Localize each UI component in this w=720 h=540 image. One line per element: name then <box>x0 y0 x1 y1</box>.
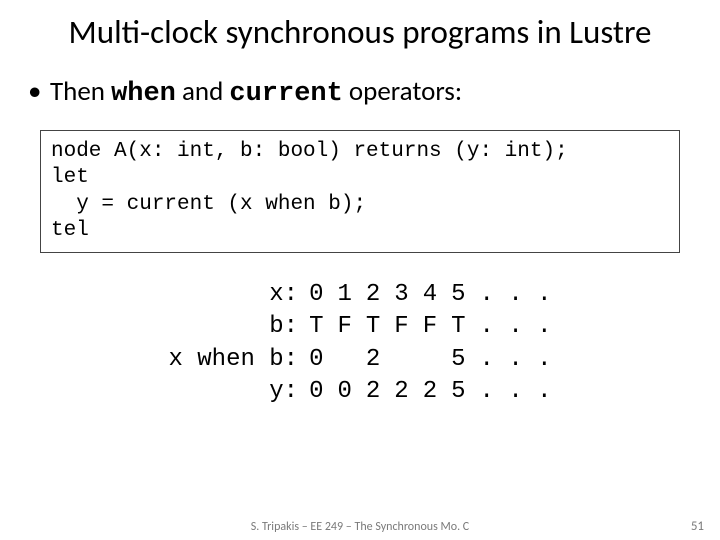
page-number: 51 <box>691 519 704 534</box>
bullet-text-pre: Then <box>50 75 111 108</box>
trace-cell: 1 <box>330 279 358 311</box>
trace-cell: 0 <box>302 344 330 376</box>
trace-cell: 0 <box>330 376 358 408</box>
trace-cell: . . . <box>473 376 559 408</box>
bullet-list: Then when and current operators: <box>0 58 720 112</box>
bullet-item: Then when and current operators: <box>28 74 692 112</box>
trace-cell: 5 <box>444 376 472 408</box>
trace-cell: 5 <box>444 279 472 311</box>
trace-label: x: <box>161 279 302 311</box>
trace-label: y: <box>161 376 302 408</box>
trace-cell: 2 <box>387 376 415 408</box>
trace-cell <box>416 344 444 376</box>
trace-cell: T <box>444 311 472 343</box>
trace-row: x: 0 1 2 3 4 5 . . . <box>161 279 558 311</box>
trace-cell <box>387 344 415 376</box>
trace-row: x when b: 0 2 5 . . . <box>161 344 558 376</box>
trace-cell: . . . <box>473 344 559 376</box>
trace-cell <box>330 344 358 376</box>
trace-cell: . . . <box>473 279 559 311</box>
trace-label: x when b: <box>161 344 302 376</box>
trace-cell: 2 <box>416 376 444 408</box>
trace-label: b: <box>161 311 302 343</box>
trace-row: y: 0 0 2 2 2 5 . . . <box>161 376 558 408</box>
trace-cell: 2 <box>359 376 387 408</box>
trace-cell: F <box>387 311 415 343</box>
trace-cell: T <box>359 311 387 343</box>
trace-cell: 4 <box>416 279 444 311</box>
trace-cell: 3 <box>387 279 415 311</box>
trace-cell: . . . <box>473 311 559 343</box>
slide-title: Multi-clock synchronous programs in Lust… <box>0 0 720 58</box>
bullet-text-post: operators: <box>343 75 462 108</box>
trace-cell: F <box>330 311 358 343</box>
trace-cell: 2 <box>359 344 387 376</box>
trace-cell: 0 <box>302 376 330 408</box>
trace-cell: T <box>302 311 330 343</box>
keyword-current: current <box>229 79 342 109</box>
trace-table: x: 0 1 2 3 4 5 . . . b: T F T F F T . . … <box>161 279 558 409</box>
code-block: node A(x: int, b: bool) returns (y: int)… <box>40 130 680 253</box>
trace-cell: 2 <box>359 279 387 311</box>
trace-row: b: T F T F F T . . . <box>161 311 558 343</box>
trace-cell: 0 <box>302 279 330 311</box>
bullet-text-mid: and <box>176 75 230 108</box>
footer-text: S. Tripakis – EE 249 – The Synchronous M… <box>0 520 720 534</box>
trace-cell: 5 <box>444 344 472 376</box>
keyword-when: when <box>111 79 176 109</box>
trace-cell: F <box>416 311 444 343</box>
